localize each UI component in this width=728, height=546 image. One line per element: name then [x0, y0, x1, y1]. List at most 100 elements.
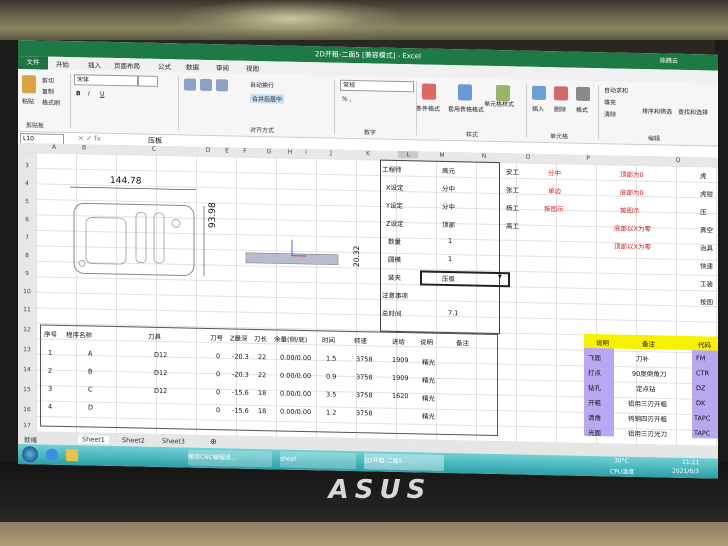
column-header[interactable]: A: [44, 144, 64, 151]
cell-z-depth[interactable]: -15.6: [232, 388, 249, 396]
cell-index[interactable]: 1: [48, 349, 52, 357]
cell-tool[interactable]: D12: [154, 387, 167, 395]
row-header[interactable]: 7: [18, 234, 36, 241]
param-value[interactable]: 1: [448, 237, 452, 245]
align-bottom-icon[interactable]: [216, 79, 228, 92]
sheet-tab[interactable]: Sheet1: [78, 435, 109, 444]
column-header[interactable]: E: [218, 147, 236, 154]
cell-z-depth[interactable]: -15.6: [232, 406, 249, 414]
conditional-format-icon[interactable]: [422, 83, 436, 100]
cell-styles-button[interactable]: 单元格样式: [484, 99, 514, 109]
side-list-z[interactable]: 底部为0: [620, 187, 644, 197]
dropdown-arrow-icon[interactable]: ▼: [498, 274, 502, 280]
worksheet-grid[interactable]: 144.78 93.98 20.32 工程师 高元 X设定 分中 Y设定 分中 …: [36, 152, 718, 447]
table-format-icon[interactable]: [458, 84, 472, 101]
format-cells-icon[interactable]: [576, 86, 590, 101]
cell-time[interactable]: 1.5: [326, 354, 336, 362]
cell-time[interactable]: 3.5: [326, 390, 336, 398]
column-header[interactable]: P: [578, 155, 598, 162]
merge-center-button[interactable]: 合并后居中: [250, 93, 285, 104]
cell-tool[interactable]: D12: [154, 369, 167, 377]
column-header[interactable]: G: [256, 148, 282, 156]
font-size-select[interactable]: [138, 75, 158, 87]
cell-desc[interactable]: 精光: [422, 392, 435, 402]
cell-tool-no[interactable]: 0: [216, 406, 220, 414]
cell-program[interactable]: C: [88, 385, 93, 393]
cell-z-depth[interactable]: -20.3: [232, 352, 249, 360]
number-format-select[interactable]: 常规: [340, 79, 414, 93]
font-name-select[interactable]: 宋体: [74, 74, 138, 87]
legend-desc[interactable]: 钻孔: [588, 382, 601, 392]
row-header[interactable]: 13: [18, 346, 36, 353]
row-header[interactable]: 16: [18, 406, 36, 413]
param-value[interactable]: 高元: [442, 165, 455, 175]
side-list-setting[interactable]: 分中: [548, 167, 561, 177]
legend-desc[interactable]: 飞面: [588, 352, 601, 362]
clock-date[interactable]: 2021/6/3: [672, 468, 699, 476]
fill-button[interactable]: 填充: [604, 97, 616, 106]
param-value[interactable]: 压板: [442, 273, 455, 283]
row-header[interactable]: 6: [18, 216, 36, 223]
row-header[interactable]: 8: [18, 252, 36, 259]
side-list-setting[interactable]: 单边: [548, 185, 561, 195]
param-value[interactable]: 7.1: [448, 309, 458, 317]
tab-review[interactable]: 审阅: [216, 62, 229, 72]
cell-speed[interactable]: 3758: [356, 391, 373, 399]
side-list-setting[interactable]: 按图示: [544, 203, 564, 213]
row-header[interactable]: 15: [18, 386, 36, 393]
side-list-z[interactable]: 底部以X为零: [614, 222, 651, 233]
delete-cells-button[interactable]: 删除: [554, 104, 566, 113]
column-header[interactable]: M: [432, 152, 452, 159]
cell-time[interactable]: 1.2: [326, 408, 336, 416]
tab-home[interactable]: 开始: [56, 59, 69, 69]
cell-feed[interactable]: 1909: [392, 356, 409, 364]
tab-formulas[interactable]: 公式: [158, 61, 171, 71]
column-header[interactable]: Q: [668, 157, 688, 164]
cell-program[interactable]: B: [88, 367, 92, 375]
tab-file[interactable]: 文件: [18, 56, 48, 70]
browser-icon[interactable]: [46, 448, 58, 461]
row-header[interactable]: 14: [18, 366, 36, 373]
column-header[interactable]: I: [298, 149, 314, 156]
side-list-engineer[interactable]: 安工: [506, 166, 519, 176]
conditional-format-button[interactable]: 条件格式: [416, 103, 440, 113]
tab-page-layout[interactable]: 页面布局: [114, 60, 140, 71]
cell-desc[interactable]: 精光: [422, 374, 435, 384]
row-header[interactable]: 3: [18, 162, 36, 169]
tab-insert[interactable]: 插入: [88, 59, 101, 69]
right-col-item[interactable]: 压: [700, 206, 707, 216]
add-sheet-icon[interactable]: ⊕: [210, 437, 217, 446]
cell-tool-length[interactable]: 18: [258, 389, 266, 397]
column-header[interactable]: K: [348, 150, 388, 158]
column-header[interactable]: L: [398, 150, 418, 159]
delete-cells-icon[interactable]: [554, 86, 568, 101]
row-header[interactable]: 12: [18, 326, 36, 333]
cell-program[interactable]: A: [88, 349, 92, 357]
formula-input[interactable]: 压板: [148, 136, 162, 146]
bold-icon[interactable]: B: [76, 90, 81, 97]
cell-index[interactable]: 3: [48, 385, 52, 393]
legend-note[interactable]: 定点钻: [636, 383, 656, 393]
param-value[interactable]: 顶部: [442, 219, 455, 229]
right-col-item[interactable]: 治具: [700, 242, 713, 252]
cell-allowance[interactable]: 0.00/0.00: [280, 389, 311, 398]
row-header[interactable]: 11: [18, 306, 36, 313]
row-header[interactable]: 9: [18, 270, 36, 277]
table-format-button[interactable]: 套用表格格式: [448, 104, 484, 114]
right-col-item[interactable]: 快速: [700, 260, 713, 270]
cell-index[interactable]: 4: [48, 403, 52, 411]
format-cells-button[interactable]: 格式: [576, 105, 588, 114]
column-header[interactable]: B: [64, 144, 104, 152]
legend-code[interactable]: TAPC: [694, 429, 710, 437]
insert-cells-button[interactable]: 插入: [532, 104, 544, 113]
align-middle-icon[interactable]: [200, 78, 212, 92]
param-value[interactable]: 分中: [442, 183, 455, 193]
part-drawing[interactable]: [56, 173, 216, 286]
right-col-item[interactable]: 工装: [700, 278, 713, 288]
side-list-engineer[interactable]: 高工: [506, 220, 519, 230]
row-header[interactable]: 10: [18, 288, 36, 295]
cell-tool-no[interactable]: 0: [216, 370, 220, 378]
cut-button[interactable]: 剪切: [42, 76, 54, 85]
sort-filter-button[interactable]: 排序和筛选: [642, 106, 672, 116]
column-header[interactable]: F: [236, 148, 254, 155]
